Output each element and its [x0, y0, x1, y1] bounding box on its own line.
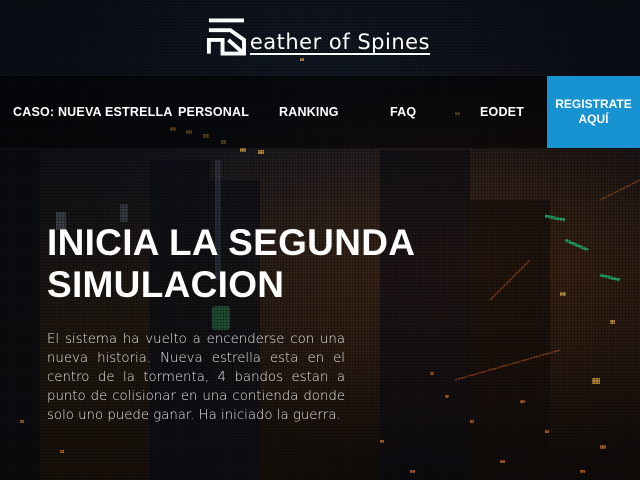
nav-item-ranking[interactable]: RANKING: [279, 76, 339, 148]
hero-title-line2: SIMULACION: [47, 264, 285, 305]
nav-item-personal[interactable]: PERSONAL: [178, 76, 249, 148]
register-button-line1: REGISTRATE: [555, 97, 632, 111]
logo-mark-icon: [206, 18, 246, 56]
hero-title: INICIA LA SEGUNDA SIMULACION: [47, 222, 467, 306]
hero-title-line1: INICIA LA SEGUNDA: [47, 222, 416, 263]
nav-item-caso-nueva-estrella[interactable]: CASO: NUEVA ESTRELLA: [13, 76, 173, 148]
page: eather of Spines CASO: NUEVA ESTRELLA PE…: [0, 0, 640, 480]
main-nav: CASO: NUEVA ESTRELLA PERSONAL RANKING FA…: [0, 76, 640, 148]
register-button[interactable]: REGISTRATE AQUÍ: [547, 76, 640, 148]
hero-description: El sistema ha vuelto a encenderse con un…: [47, 332, 345, 423]
register-button-line2: AQUÍ: [578, 112, 609, 126]
brand-logo[interactable]: eather of Spines: [205, 12, 430, 62]
logo-text: eather of Spines: [249, 30, 430, 55]
nav-item-faq[interactable]: FAQ: [390, 76, 416, 148]
nav-item-eodet[interactable]: EODET: [480, 76, 524, 148]
